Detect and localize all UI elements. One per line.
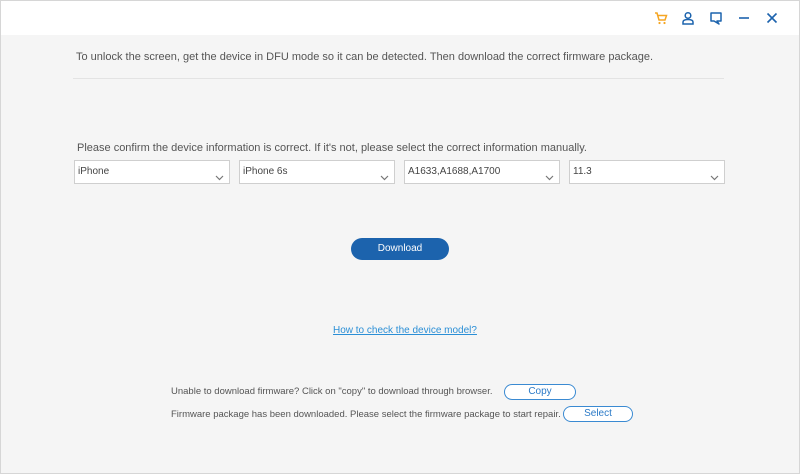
divider — [73, 78, 724, 79]
device-model-select[interactable]: iPhone 6s — [239, 160, 395, 184]
app-window: To unlock the screen, get the device in … — [0, 0, 800, 474]
select-note: Firmware package has been downloaded. Pl… — [171, 409, 561, 420]
instruction-text: To unlock the screen, get the device in … — [76, 51, 654, 63]
chevron-down-icon — [380, 168, 389, 190]
model-number-value: A1633,A1688,A1700 — [408, 166, 501, 177]
chevron-down-icon — [215, 168, 224, 190]
select-button[interactable]: Select — [563, 406, 633, 422]
chevron-down-icon — [545, 168, 554, 190]
copy-note: Unable to download firmware? Click on "c… — [171, 386, 493, 397]
chevron-down-icon — [710, 168, 719, 190]
device-type-value: iPhone — [78, 166, 110, 177]
model-number-select[interactable]: A1633,A1688,A1700 — [404, 160, 560, 184]
device-model-value: iPhone 6s — [243, 166, 288, 177]
ios-version-select[interactable]: 11.3 — [569, 160, 725, 184]
device-type-select[interactable]: iPhone — [74, 160, 230, 184]
close-icon[interactable] — [762, 8, 782, 28]
ios-version-value: 11.3 — [573, 166, 592, 177]
title-bar — [1, 1, 799, 35]
feedback-icon[interactable] — [706, 8, 726, 28]
copy-button[interactable]: Copy — [504, 384, 576, 400]
main-content: To unlock the screen, get the device in … — [1, 35, 799, 473]
download-button[interactable]: Download — [351, 238, 449, 260]
confirm-text: Please confirm the device information is… — [77, 142, 587, 154]
user-icon[interactable] — [678, 8, 698, 28]
minimize-icon[interactable] — [734, 8, 754, 28]
check-model-link[interactable]: How to check the device model? — [333, 325, 477, 336]
cart-icon[interactable] — [651, 8, 671, 28]
